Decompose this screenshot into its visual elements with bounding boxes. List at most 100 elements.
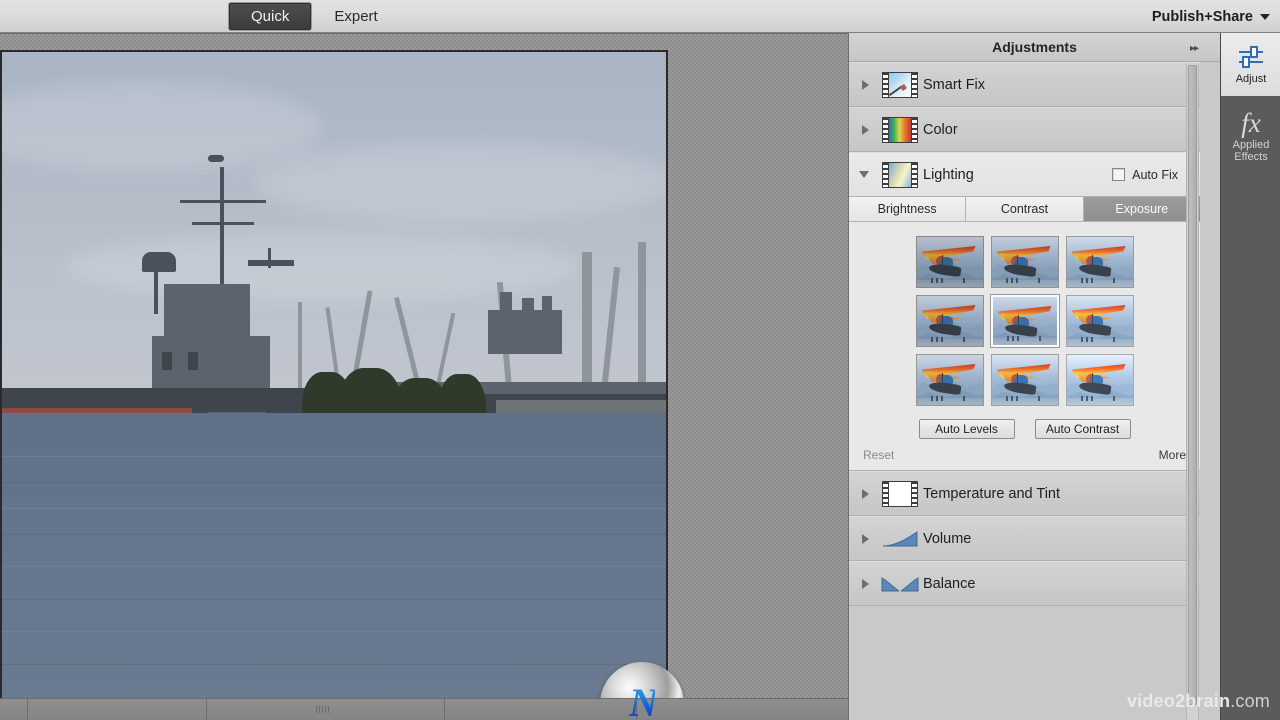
smart-fix-icon xyxy=(877,71,923,98)
collapse-panel-icon[interactable]: ▸▸ xyxy=(1190,43,1199,54)
canvas-area[interactable]: N xyxy=(0,33,848,720)
adjustment-row-lighting[interactable]: Lighting Auto Fix xyxy=(849,152,1200,197)
expand-arrow-icon[interactable] xyxy=(849,124,877,135)
panel-scrollbar-thumb[interactable] xyxy=(1188,65,1197,705)
auto-contrast-button[interactable]: Auto Contrast xyxy=(1034,419,1131,439)
thumbnail-ground xyxy=(992,338,1057,345)
photo-crane xyxy=(298,302,302,402)
watermark-glyph: N xyxy=(629,679,658,720)
photo-mast xyxy=(220,167,224,297)
photo-crane xyxy=(638,242,646,402)
adjustment-row-smart-fix[interactable]: Smart Fix xyxy=(849,62,1200,107)
mode-tab-group: Quick Expert xyxy=(228,2,400,31)
tab-exposure[interactable]: Exposure xyxy=(1083,197,1200,222)
rail-item-adjust-label: Adjust xyxy=(1235,73,1267,85)
top-toolbar: Quick Expert Publish+Share xyxy=(0,0,1280,33)
tab-contrast[interactable]: Contrast xyxy=(966,197,1084,222)
expand-arrow-icon[interactable] xyxy=(849,488,877,499)
auto-contrast-label: Auto Contrast xyxy=(1045,422,1120,436)
adjustments-panel-header: Adjustments ▸▸ xyxy=(849,33,1220,62)
volume-icon xyxy=(877,530,923,548)
adjustment-label: Temperature and Tint xyxy=(923,485,1061,502)
exposure-preview-thumbnail[interactable] xyxy=(915,295,984,347)
exposure-preview-thumbnail[interactable] xyxy=(1065,354,1134,406)
video2brain-watermark-text: video2brain.com xyxy=(1126,691,1270,711)
publish-share-menu[interactable]: Publish+Share xyxy=(1152,0,1270,33)
photo-frame[interactable] xyxy=(0,50,668,705)
photo-crane xyxy=(582,252,592,402)
adjustment-row-volume[interactable]: Volume xyxy=(849,516,1200,561)
adjustment-row-balance[interactable]: Balance xyxy=(849,561,1200,606)
tab-brightness-label: Brightness xyxy=(877,202,937,216)
temperature-tint-icon xyxy=(877,480,923,507)
expand-arrow-icon[interactable] xyxy=(849,533,877,544)
rail-item-applied-effects-label: Applied Effects xyxy=(1232,138,1270,163)
photo-detail xyxy=(162,352,172,370)
exposure-preview-thumbnail[interactable] xyxy=(915,236,984,288)
more-button[interactable]: More xyxy=(1159,448,1186,462)
auto-fix-label: Auto Fix xyxy=(1132,167,1178,182)
thumbnail-ground xyxy=(916,398,983,405)
photo-aircraft-carrier-harbor xyxy=(2,52,666,703)
photo-mast-spar xyxy=(192,222,254,225)
exposure-preview-thumbnail[interactable] xyxy=(915,354,984,406)
photo-mast xyxy=(154,270,158,314)
thumbnail-ground xyxy=(1066,398,1133,405)
thumbnail-ground xyxy=(1066,280,1133,287)
adjustment-row-temperature-and-tint[interactable]: Temperature and Tint xyxy=(849,471,1200,516)
adjustment-label: Balance xyxy=(923,575,976,592)
photo-water xyxy=(2,413,666,703)
photo-ship xyxy=(488,310,562,354)
photo-antenna xyxy=(268,248,271,268)
photo-funnel xyxy=(500,292,512,314)
resize-grip[interactable] xyxy=(316,706,329,713)
photo-antenna xyxy=(248,260,294,266)
photo-cloud xyxy=(252,142,666,222)
exposure-preview-thumbnail[interactable] xyxy=(1065,295,1134,347)
adjustment-label: Lighting xyxy=(923,166,974,183)
exposure-preview-thumbnail[interactable] xyxy=(990,295,1059,347)
panel-scrollbar[interactable] xyxy=(1186,63,1199,720)
rail-item-applied-effects[interactable]: fx Applied Effects xyxy=(1221,96,1280,176)
adjustment-row-color[interactable]: Color xyxy=(849,107,1200,152)
expand-arrow-icon[interactable] xyxy=(849,79,877,90)
tab-contrast-label: Contrast xyxy=(1000,202,1049,216)
auto-levels-button[interactable]: Auto Levels xyxy=(918,419,1015,439)
photo-detail xyxy=(188,352,198,370)
photo-radar xyxy=(208,155,224,162)
application-window: Quick Expert Publish+Share N Adjustments… xyxy=(0,0,1280,720)
exposure-preview-thumbnail[interactable] xyxy=(990,236,1059,288)
canvas-bottom-strip xyxy=(0,698,848,720)
tab-quick-label: Quick xyxy=(251,8,290,25)
thumbnail-ground xyxy=(1066,339,1133,346)
exposure-preview-grid xyxy=(849,222,1200,406)
adjustments-list: Smart Fix Color Lighting Auto Fix Bright… xyxy=(849,62,1200,720)
lighting-icon xyxy=(877,161,923,188)
chevron-down-icon xyxy=(1260,13,1270,20)
tab-expert[interactable]: Expert xyxy=(312,2,399,31)
publish-share-label: Publish+Share xyxy=(1151,8,1253,25)
sliders-icon xyxy=(1239,46,1263,68)
expand-arrow-icon[interactable] xyxy=(849,578,877,589)
rail-item-adjust[interactable]: Adjust xyxy=(1221,33,1280,96)
exposure-preview-thumbnail[interactable] xyxy=(1065,236,1134,288)
lighting-tab-group: Brightness Contrast Exposure xyxy=(849,197,1200,222)
reset-more-row: Reset More xyxy=(849,439,1200,470)
auto-levels-label: Auto Levels xyxy=(935,422,998,436)
auto-fix-control[interactable]: Auto Fix xyxy=(1112,168,1178,182)
lighting-expanded-content: Brightness Contrast Exposure Auto Levels xyxy=(849,197,1200,471)
thumbnail-ground xyxy=(916,339,983,346)
balance-icon xyxy=(877,575,923,593)
tab-brightness[interactable]: Brightness xyxy=(849,197,967,222)
photo-funnel xyxy=(522,298,534,316)
exposure-preview-thumbnail[interactable] xyxy=(990,354,1059,406)
auto-fix-checkbox[interactable] xyxy=(1112,168,1126,181)
reset-button[interactable]: Reset xyxy=(863,448,894,462)
color-icon xyxy=(877,116,923,143)
adjustments-panel: Adjustments ▸▸ Smart Fix Color Lighting … xyxy=(848,33,1220,720)
tab-exposure-label: Exposure xyxy=(1115,202,1169,216)
tab-quick[interactable]: Quick xyxy=(228,2,313,31)
adjustment-label: Smart Fix xyxy=(923,76,986,93)
adjustment-label: Color xyxy=(923,121,958,138)
collapse-arrow-icon[interactable] xyxy=(849,171,877,178)
